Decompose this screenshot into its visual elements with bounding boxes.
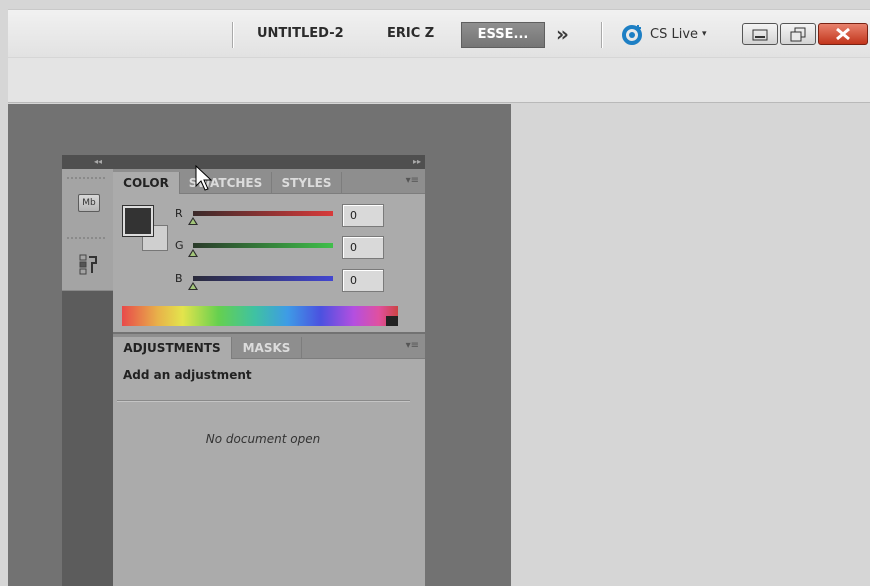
cs-live-label: CS Live	[650, 26, 699, 42]
workspace-overflow-button[interactable]: »	[556, 22, 569, 46]
tab-swatches[interactable]: SWATCHES	[180, 172, 272, 194]
panel-menu-icon[interactable]: ▾≡	[406, 175, 419, 186]
collapse-panels-icon[interactable]: ◂◂	[94, 155, 102, 169]
color-spectrum-bar[interactable]	[122, 306, 398, 326]
blue-slider-thumb[interactable]	[188, 282, 198, 290]
panel-icon-strip: Mb	[62, 169, 113, 586]
color-panel: COLOR SWATCHES STYLES ▾≡ R 0 G 0 B 0	[113, 169, 425, 332]
history-icon[interactable]	[79, 253, 99, 279]
spectrum-black-swatch[interactable]	[386, 316, 398, 326]
green-value-field[interactable]: 0	[342, 236, 384, 259]
adjustments-panel: ADJUSTMENTS MASKS ▾≡ Add an adjustment N…	[113, 334, 425, 586]
mini-bridge-icon[interactable]: Mb	[78, 194, 100, 212]
tab-color[interactable]: COLOR	[113, 172, 180, 194]
green-channel-label: G	[175, 239, 184, 252]
panel-dock-header: ◂◂ ▸▸	[62, 155, 425, 169]
document-canvas-area	[511, 104, 870, 586]
red-slider-thumb[interactable]	[188, 217, 198, 225]
document-tab-untitled[interactable]: UNTITLED-2	[257, 10, 344, 58]
cs-live-icon	[622, 25, 642, 45]
minimize-icon	[752, 29, 768, 41]
color-panel-tabs: COLOR SWATCHES STYLES ▾≡	[113, 169, 425, 194]
application-bar: UNTITLED-2 ERIC Z ESSE... » CS Live ▾	[8, 9, 870, 57]
foreground-color-swatch[interactable]	[122, 205, 154, 237]
restore-button[interactable]	[780, 23, 816, 45]
adjustments-heading: Add an adjustment	[123, 368, 252, 382]
divider	[117, 400, 410, 401]
blue-value-field[interactable]: 0	[342, 269, 384, 292]
bar-divider	[232, 22, 233, 48]
green-slider-track[interactable]	[193, 243, 333, 248]
tab-styles[interactable]: STYLES	[272, 172, 342, 194]
workspace-essentials-button[interactable]: ESSE...	[461, 22, 545, 48]
red-channel-label: R	[175, 207, 183, 220]
minimize-button[interactable]	[742, 23, 778, 45]
red-value-field[interactable]: 0	[342, 204, 384, 227]
green-slider-thumb[interactable]	[188, 249, 198, 257]
grip-icon[interactable]	[67, 237, 107, 239]
adjustments-panel-tabs: ADJUSTMENTS MASKS ▾≡	[113, 334, 425, 359]
expand-panels-icon[interactable]: ▸▸	[413, 155, 421, 169]
blue-slider-track[interactable]	[193, 276, 333, 281]
grip-icon[interactable]	[67, 177, 107, 179]
mouse-cursor-icon	[195, 165, 213, 191]
tab-adjustments[interactable]: ADJUSTMENTS	[113, 337, 232, 359]
blue-channel-label: B	[175, 272, 183, 285]
cs-live-menu[interactable]: CS Live ▾	[622, 22, 707, 46]
bar-divider	[601, 22, 602, 48]
restore-icon	[790, 27, 806, 42]
options-bar	[8, 58, 870, 103]
panel-menu-icon[interactable]: ▾≡	[406, 340, 419, 351]
empty-state-message: No document open	[205, 432, 321, 446]
workspace-tab-eric[interactable]: ERIC Z	[387, 10, 434, 58]
close-icon	[836, 27, 850, 41]
tab-masks[interactable]: MASKS	[232, 337, 302, 359]
red-slider-track[interactable]	[193, 211, 333, 216]
chevron-down-icon: ▾	[702, 29, 707, 39]
panel-icon-group: Mb	[62, 169, 113, 291]
close-button[interactable]	[818, 23, 868, 45]
